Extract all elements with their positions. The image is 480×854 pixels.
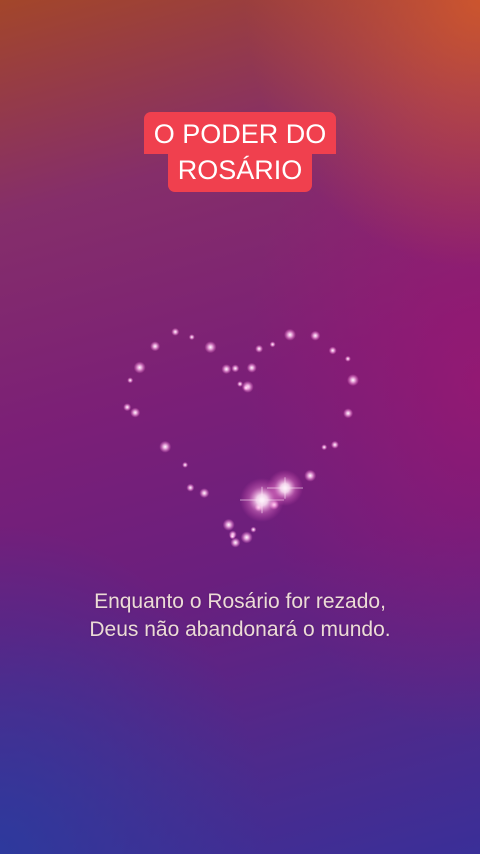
- sparkle-dot: [229, 533, 236, 540]
- sparkle-dot: [310, 330, 321, 341]
- sparkle-dot: [150, 341, 161, 352]
- sparkle-dot: [127, 377, 134, 384]
- sparkle-dot: [171, 327, 180, 336]
- sparkle-dot: [182, 461, 189, 468]
- sparkle-dot: [199, 488, 210, 499]
- sparkle-dot: [130, 407, 141, 418]
- caption-line-2: Deus não abandonará o mundo.: [89, 618, 391, 641]
- caption: Enquanto o Rosário for rezado, Deus não …: [0, 588, 480, 644]
- sparkle-dot: [243, 384, 250, 391]
- sparkle-dot: [204, 341, 217, 354]
- sparkle-dot: [328, 346, 337, 355]
- sparkle-dot: [159, 440, 172, 453]
- sparkle-dot: [330, 440, 339, 449]
- sparkle-dot: [304, 469, 317, 482]
- sparkle-dot: [255, 344, 264, 353]
- sparkle-dot: [133, 361, 146, 374]
- sparkle-dot: [250, 526, 257, 533]
- heart-sparkles-icon: [123, 327, 359, 548]
- sparkle-dot: [344, 355, 351, 362]
- sparkle-dot: [321, 444, 328, 451]
- sparkle-dot: [240, 531, 253, 544]
- sparkle-dot: [186, 483, 195, 492]
- sparkle-dot: [343, 408, 354, 419]
- caption-line-1: Enquanto o Rosário for rezado,: [94, 590, 386, 613]
- sparkle-dot: [231, 364, 240, 373]
- sparkle-dot: [347, 374, 359, 387]
- sparkle-dot: [221, 364, 232, 375]
- sparkle-dot: [188, 334, 195, 341]
- sparkle-dot: [222, 518, 235, 531]
- sparkle-dot: [284, 328, 296, 341]
- sparkle-dot: [123, 403, 132, 412]
- sparkle-dot: [246, 362, 257, 373]
- sparkle-dot: [269, 341, 276, 348]
